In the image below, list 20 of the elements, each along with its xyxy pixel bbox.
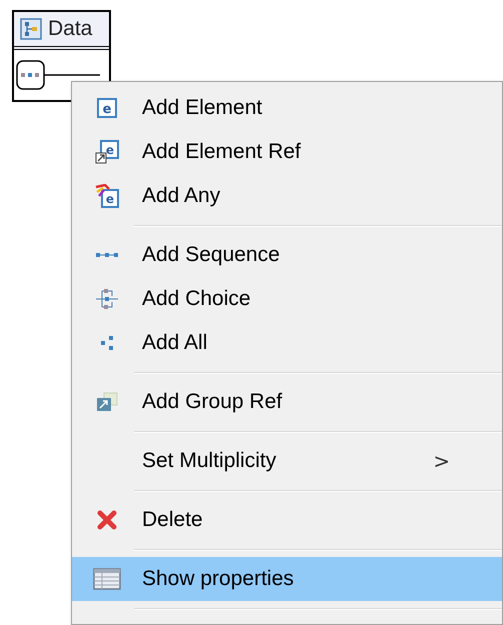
- menu-item[interactable]: e Add Element: [72, 86, 502, 130]
- delete-icon: [96, 509, 118, 531]
- group-reference-icon: [96, 392, 118, 412]
- submenu-arrow: >: [433, 448, 450, 475]
- element-icon: [20, 18, 42, 40]
- element-title: Data: [48, 16, 92, 42]
- menu-item[interactable]: e Add Element Ref: [72, 130, 502, 174]
- sequence-icon: [95, 251, 119, 259]
- menu-item[interactable]: Add All: [72, 321, 502, 365]
- properties-table-icon: [93, 568, 121, 590]
- menu-item[interactable]: Show properties: [72, 557, 502, 601]
- menu-item[interactable]: Add Choice: [72, 277, 502, 321]
- menu-item[interactable]: e Add Any: [72, 174, 502, 218]
- menu-item[interactable]: Add Group Ref: [72, 380, 502, 424]
- all-icon: [100, 335, 114, 351]
- menu-item[interactable]: Set Multiplicity >: [72, 439, 502, 483]
- element-e-icon: e: [96, 97, 118, 119]
- menu-item[interactable]: Add Sequence: [72, 233, 502, 277]
- menu-item[interactable]: Delete: [72, 498, 502, 542]
- choice-icon: [95, 288, 119, 310]
